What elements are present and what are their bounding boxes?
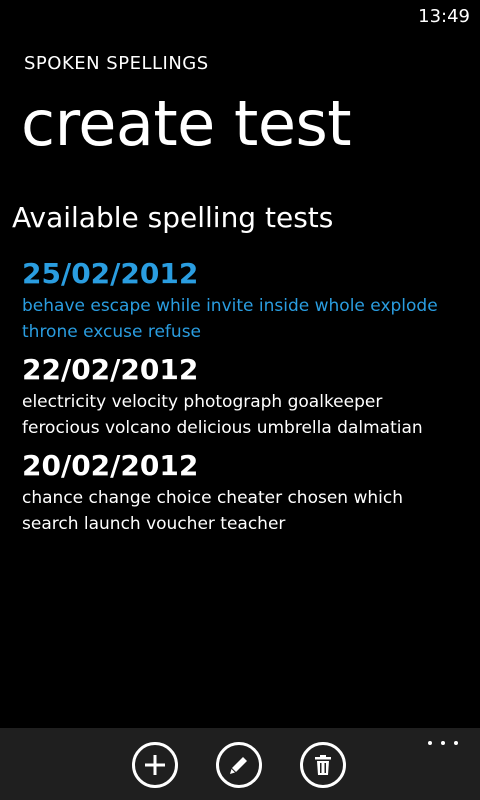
- test-item[interactable]: 25/02/2012 behave escape while invite in…: [22, 255, 462, 345]
- test-list: 25/02/2012 behave escape while invite in…: [22, 255, 462, 543]
- test-words: behave escape while invite inside whole …: [22, 296, 438, 342]
- delete-button[interactable]: [300, 742, 346, 788]
- test-date: 20/02/2012: [22, 449, 199, 482]
- section-heading: Available spelling tests: [12, 201, 334, 234]
- more-dot: [441, 741, 445, 745]
- test-words: electricity velocity photograph goalkeep…: [22, 392, 423, 438]
- add-icon: [145, 755, 165, 775]
- test-date: 22/02/2012: [22, 353, 199, 386]
- status-bar: 13:49: [0, 0, 480, 32]
- add-button[interactable]: [132, 742, 178, 788]
- test-item[interactable]: 20/02/2012 chance change choice cheater …: [22, 447, 462, 537]
- test-date: 25/02/2012: [22, 257, 199, 290]
- edit-icon: [230, 757, 247, 774]
- test-item[interactable]: 22/02/2012 electricity velocity photogra…: [22, 351, 462, 441]
- more-dot: [454, 741, 458, 745]
- status-time: 13:49: [418, 6, 470, 27]
- delete-icon: [315, 755, 331, 775]
- page-title: create test: [21, 87, 352, 160]
- edit-button[interactable]: [216, 742, 262, 788]
- more-dot: [428, 741, 432, 745]
- test-words: chance change choice cheater chosen whic…: [22, 488, 403, 534]
- more-icon[interactable]: [428, 736, 458, 750]
- app-title: SPOKEN SPELLINGS: [24, 53, 209, 74]
- app-bar: [0, 728, 480, 800]
